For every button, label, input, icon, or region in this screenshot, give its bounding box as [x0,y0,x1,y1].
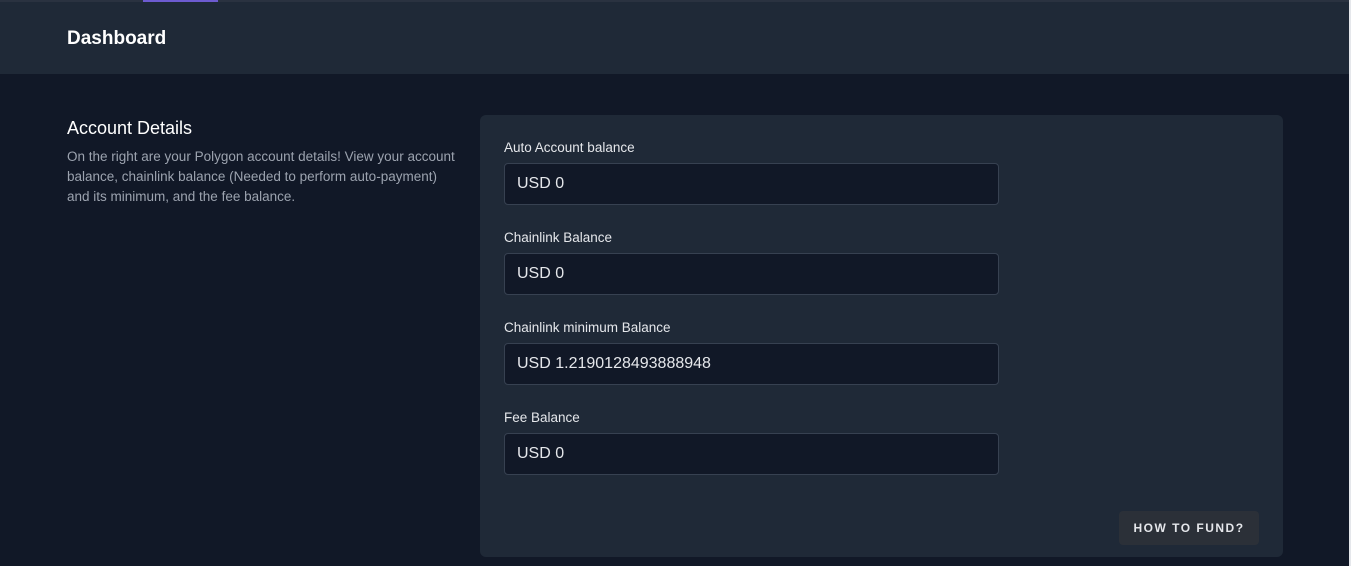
chainlink-minimum-balance-field: Chainlink minimum Balance [504,320,999,385]
fee-balance-label: Fee Balance [504,410,580,425]
auto-account-balance-label: Auto Account balance [504,140,635,155]
chainlink-balance-input[interactable] [504,253,999,295]
chainlink-minimum-balance-input[interactable] [504,343,999,385]
account-details-card: Auto Account balance Chainlink Balance C… [480,115,1283,557]
auto-account-balance-field: Auto Account balance [504,140,999,205]
section-description: On the right are your Polygon account de… [67,149,455,204]
section-title: Account Details [67,118,193,138]
chainlink-balance-field: Chainlink Balance [504,230,999,295]
chainlink-minimum-balance-label: Chainlink minimum Balance [504,320,671,335]
fee-balance-field: Fee Balance [504,410,999,475]
page-header: Dashboard [0,2,1349,74]
how-to-fund-button[interactable]: HOW TO FUND? [1119,511,1259,545]
account-details-intro: Account Details On the right are your Po… [67,118,462,207]
auto-account-balance-input[interactable] [504,163,999,205]
page-title: Dashboard [67,28,167,49]
chainlink-balance-label: Chainlink Balance [504,230,613,245]
fee-balance-input[interactable] [504,433,999,475]
